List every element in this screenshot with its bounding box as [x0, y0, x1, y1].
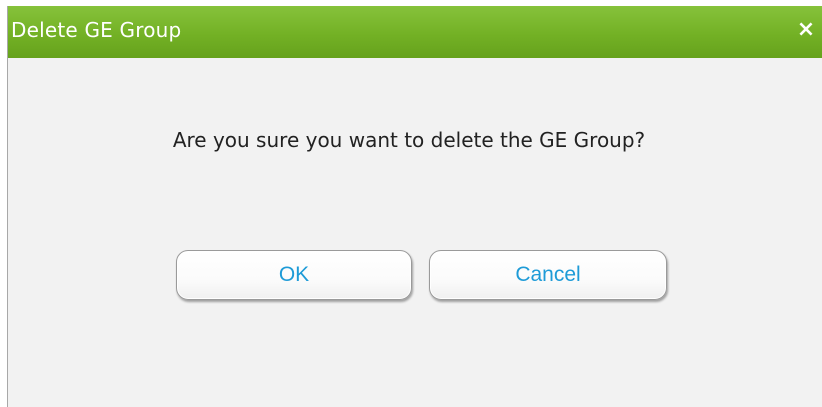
background-page-edge	[0, 0, 7, 407]
close-icon[interactable]: ×	[794, 16, 818, 44]
delete-ge-group-dialog: Delete GE Group × Are you sure you want …	[7, 6, 822, 407]
dialog-titlebar: Delete GE Group ×	[8, 6, 822, 58]
ok-button[interactable]: OK	[176, 250, 412, 300]
cancel-button[interactable]: Cancel	[429, 250, 667, 300]
confirmation-message: Are you sure you want to delete the GE G…	[172, 128, 646, 152]
dialog-title: Delete GE Group	[11, 18, 182, 42]
